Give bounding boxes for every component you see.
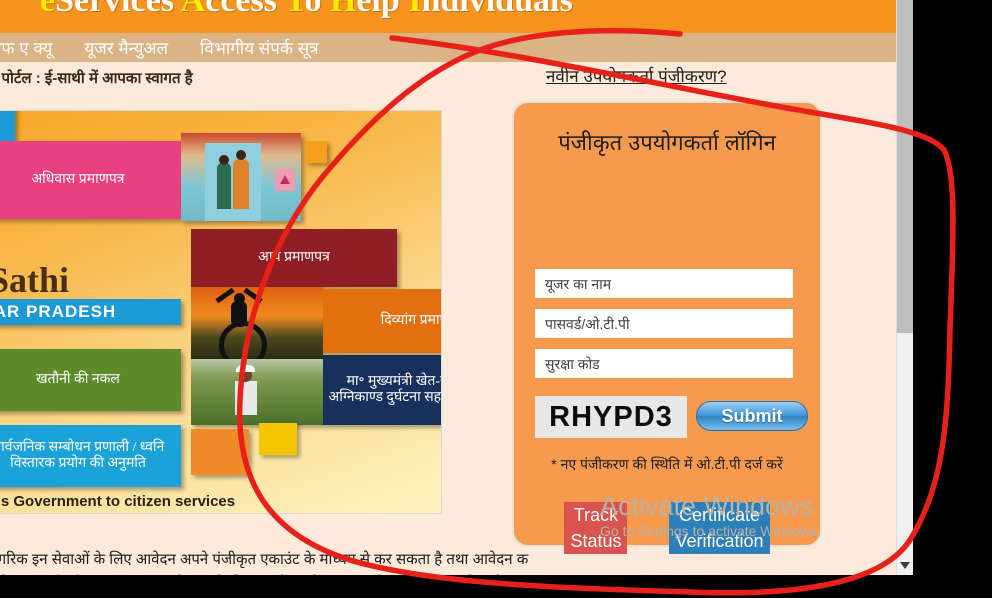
esathi-logo-text: e-Sathi xyxy=(0,260,69,300)
captcha-image: RHYPD3 xyxy=(535,396,687,438)
banner-tile-decorative-yellow-small xyxy=(259,423,297,455)
login-panel-title: पंजीकृत उपयोगकर्ता लॉगिन xyxy=(558,130,776,155)
banner-caption: Various Government to citizen services xyxy=(0,493,236,510)
emblem-shape xyxy=(275,169,295,191)
banner-tile-label: आय प्रमाणपत्र xyxy=(258,249,330,265)
site-title: eServices Access To Help Individuals xyxy=(40,0,573,19)
banner-tile-label: खतौनी की नकल xyxy=(36,371,120,387)
track-status-line2: Status xyxy=(564,528,628,554)
info-paragraph: कोई भी नागरिक इन सेवाओं के लिए आवेदन अपन… xyxy=(0,548,529,575)
banner-tile-cm-fire-accident-scheme[interactable]: मा॰ मुख्यमंत्री खेत-खलिहान अग्निकाण्ड दु… xyxy=(323,355,442,425)
banner-tile-label: दिव्यांग प्रमाणपत्र xyxy=(380,312,441,328)
registered-user-login-panel: पंजीकृत उपयोगकर्ता लॉगिन RHYPD3 Submit *… xyxy=(512,101,822,554)
scroll-down-arrow-icon[interactable] xyxy=(897,557,913,573)
quick-action-badges: Track Status Certificate Verification xyxy=(514,502,820,554)
head-shape xyxy=(219,155,229,165)
welcome-message: ई-डिस्ट्रिक्ट पोर्टल : ई-साथी में आपका स… xyxy=(0,70,193,87)
track-status-button[interactable]: Track Status xyxy=(564,502,628,554)
body-shape xyxy=(235,381,257,415)
person-shape-2 xyxy=(233,159,249,209)
nav-item-faq[interactable]: एफ ए क्यू xyxy=(0,36,52,59)
state-name-label: UTTAR PRADESH xyxy=(0,299,181,325)
banner-tile-disability-certificate[interactable]: दिव्यांग प्रमाणपत्र xyxy=(323,289,441,353)
info-paragraph-line-2: की स्थिति की जानकारी भी प्राप्त कर सकता … xyxy=(0,572,460,575)
person-shape xyxy=(217,163,231,209)
banner-tile-income-certificate[interactable]: आय प्रमाणपत्र xyxy=(191,229,397,287)
banner-tile-loudspeaker-permission[interactable]: सार्वजनिक सम्बोधन प्रणाली / ध्वनि विस्ता… xyxy=(0,425,181,487)
nav-item-user-manual[interactable]: यूजर मैन्युअल xyxy=(84,36,168,59)
banner-tile-decorative-blue xyxy=(0,111,15,141)
nav-item-department-contact[interactable]: विभागीय संपर्क सूत्र xyxy=(200,36,319,59)
scrollbar-thumb[interactable] xyxy=(897,0,913,333)
browser-window: eServices Access To Help Individuals एफ … xyxy=(0,0,913,575)
otp-instruction-note: * नए पंजीकरण की स्थिति में ओ.टी.पी दर्ज … xyxy=(551,456,783,472)
username-input[interactable] xyxy=(535,269,793,298)
head-shape-2 xyxy=(236,150,246,160)
certificate-verification-line2: Verification xyxy=(669,528,770,554)
certificate-verification-line1: Certificate xyxy=(669,502,770,528)
banner-tile-label: मा॰ मुख्यमंत्री खेत-खलिहान अग्निकाण्ड दु… xyxy=(328,373,442,405)
cap-shape xyxy=(236,365,255,372)
new-user-registration-link[interactable]: नवीन उपयोगकर्ता पंजीकरण? xyxy=(546,64,727,87)
main-navigation[interactable]: एफ ए क्यू यूजर मैन्युअल विभागीय संपर्क स… xyxy=(0,33,896,62)
banner-tile-domicile-certificate[interactable]: अधिवास प्रमाणपत्र xyxy=(0,141,181,219)
banner-tile-khatauni-copy[interactable]: खतौनी की नकल xyxy=(0,349,181,411)
banner-tile-decorative-orange xyxy=(305,141,327,163)
security-code-input[interactable] xyxy=(535,349,793,378)
services-banner[interactable]: अधिवास प्रमाणपत्र आय प्रमाणपत्र दिव्यांग… xyxy=(0,110,442,514)
password-otp-input[interactable] xyxy=(535,309,793,338)
info-paragraph-line-1: कोई भी नागरिक इन सेवाओं के लिए आवेदन अपन… xyxy=(0,551,529,568)
site-header: eServices Access To Help Individuals xyxy=(0,0,896,33)
banner-tile-decorative-orange-small xyxy=(191,429,249,475)
banner-tile-label: सार्वजनिक सम्बोधन प्रणाली / ध्वनि विस्ता… xyxy=(0,439,165,471)
vertical-scrollbar[interactable] xyxy=(896,0,913,575)
banner-photo-wheelchair xyxy=(191,287,323,369)
submit-button[interactable]: Submit xyxy=(696,401,808,431)
arm-shape xyxy=(215,287,235,304)
banner-tile-label: अधिवास प्रमाणपत्र xyxy=(31,171,125,187)
banner-photo-family xyxy=(181,133,301,221)
track-status-line1: Track xyxy=(564,502,628,528)
arm-shape-2 xyxy=(243,287,263,304)
certificate-verification-button[interactable]: Certificate Verification xyxy=(669,502,770,554)
banner-photo-farmer xyxy=(191,359,323,425)
